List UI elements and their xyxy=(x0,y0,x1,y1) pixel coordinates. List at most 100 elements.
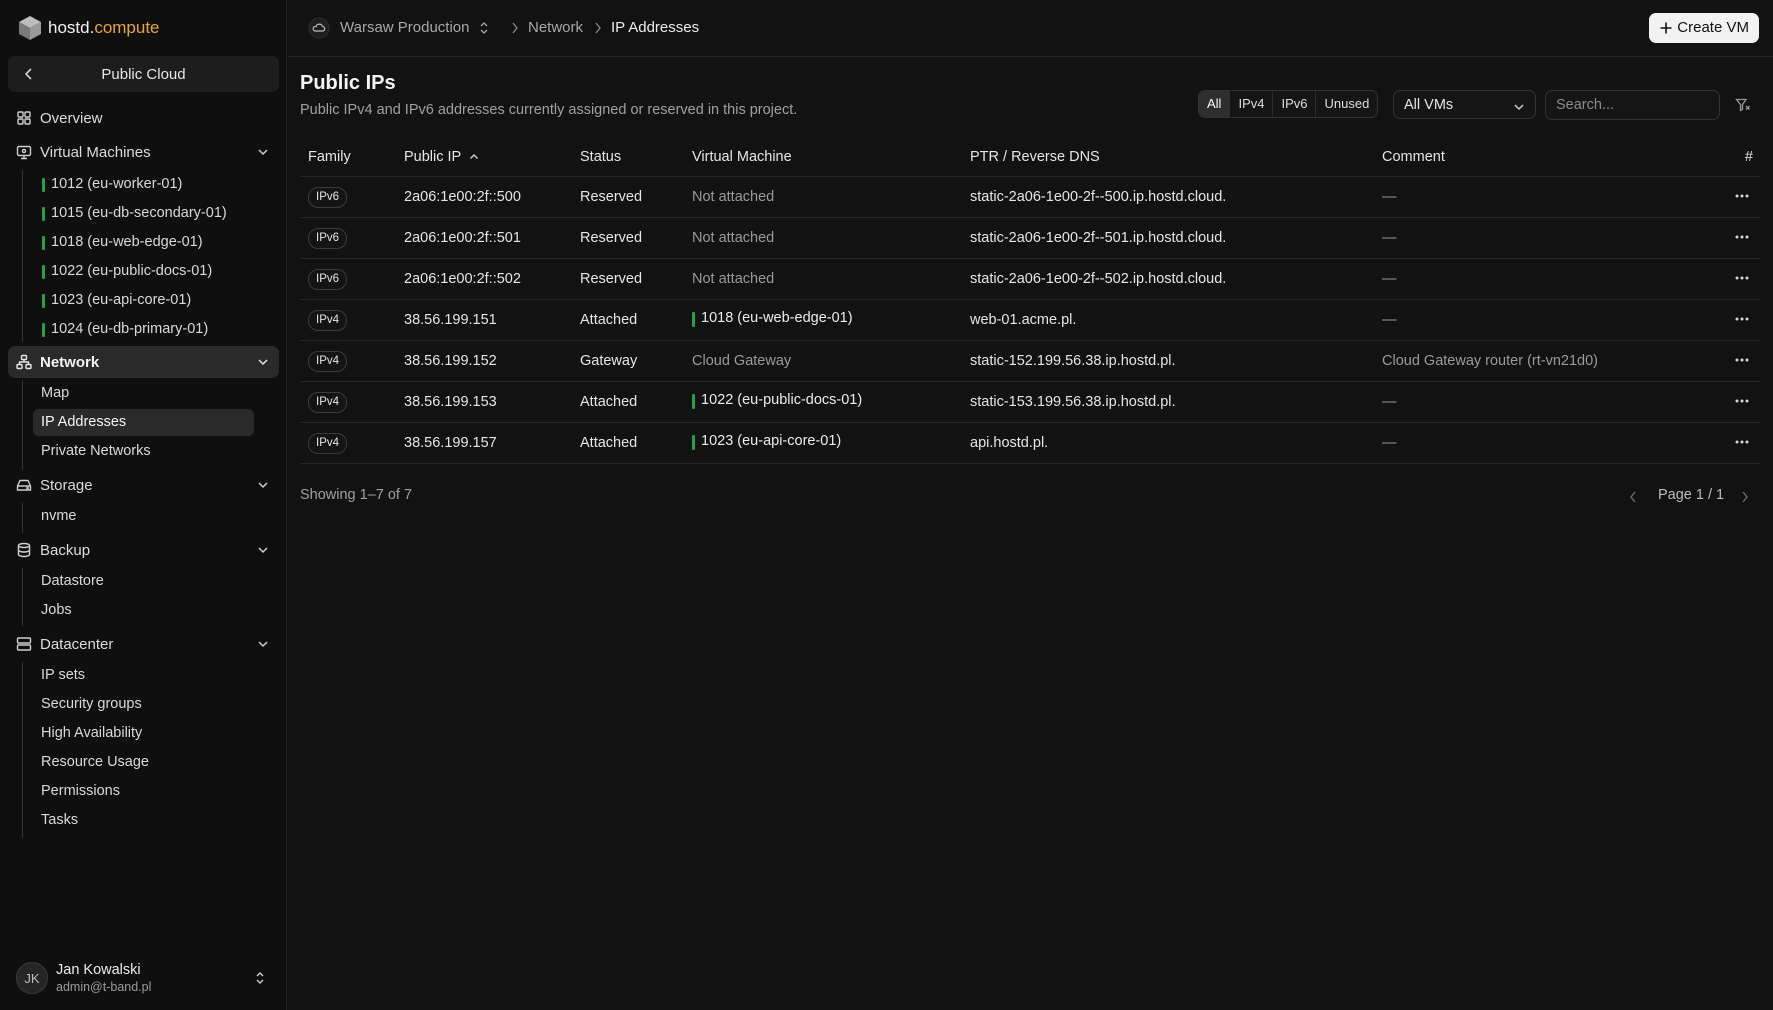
column-ptr[interactable]: PTR / Reverse DNS xyxy=(970,149,1100,165)
ptr: api.hostd.pl. xyxy=(970,435,1049,451)
column-virtual-machine[interactable]: Virtual Machine xyxy=(692,149,792,165)
sidebar-item-ip-sets[interactable]: IP sets xyxy=(41,667,85,683)
breadcrumb-project[interactable]: Warsaw Production xyxy=(340,19,470,36)
status: Attached xyxy=(580,394,638,410)
vm-link[interactable]: 1023 (eu-api-core-01) xyxy=(692,433,841,450)
vm-link[interactable]: 1022 (eu-public-docs-01) xyxy=(692,392,862,409)
column-status[interactable]: Status xyxy=(580,149,621,165)
chevron-down-icon[interactable] xyxy=(257,638,269,650)
column-public-ip[interactable]: Public IP xyxy=(404,149,479,165)
more-horizontal-icon[interactable] xyxy=(1735,440,1749,444)
table-row[interactable]: IPv4 38.56.199.153 Attached 1022 (eu-pub… xyxy=(300,382,1761,423)
sidebar-item-datacenter[interactable]: Datacenter xyxy=(8,628,279,660)
page-title: Public IPs xyxy=(300,72,396,94)
column-comment[interactable]: Comment xyxy=(1382,149,1445,165)
ptr: static-2a06-1e00-2f--501.ip.hostd.cloud. xyxy=(970,230,1227,246)
logo[interactable]: hostd.compute xyxy=(18,14,160,42)
chevron-left-icon[interactable] xyxy=(22,67,36,81)
sidebar-item-nvme[interactable]: nvme xyxy=(41,508,76,524)
more-horizontal-icon[interactable] xyxy=(1735,235,1749,239)
comment: — xyxy=(1382,271,1397,287)
chevron-down-icon[interactable] xyxy=(257,544,269,556)
more-horizontal-icon[interactable] xyxy=(1735,399,1749,403)
family-badge: IPv4 xyxy=(308,310,348,331)
sidebar-item-virtual-machines[interactable]: Virtual Machines xyxy=(8,136,279,168)
family-filter: All IPv4 IPv6 Unused xyxy=(1198,90,1379,118)
ptr: static-2a06-1e00-2f--502.ip.hostd.cloud. xyxy=(970,271,1227,287)
table-row[interactable]: IPv6 2a06:1e00:2f::501 Reserved Not atta… xyxy=(300,218,1761,259)
status: Attached xyxy=(580,312,638,328)
breadcrumb-network[interactable]: Network xyxy=(528,19,583,36)
status: Reserved xyxy=(580,230,643,246)
sidebar-item-ip-addresses[interactable]: IP Addresses xyxy=(41,414,126,430)
sidebar-item-backup[interactable]: Backup xyxy=(8,534,279,566)
filter-unused[interactable]: Unused xyxy=(1316,91,1377,117)
chevron-down-icon[interactable] xyxy=(257,356,269,368)
chevron-right-icon[interactable] xyxy=(1740,490,1750,504)
sidebar-vm-item[interactable]: 1015 (eu-db-secondary-01) xyxy=(42,205,227,221)
sidebar-item-permissions[interactable]: Permissions xyxy=(41,783,120,799)
filter-ipv4[interactable]: IPv4 xyxy=(1230,91,1274,117)
chevron-up-down-icon[interactable] xyxy=(479,20,489,36)
search-input[interactable] xyxy=(1545,90,1720,120)
cloud-icon xyxy=(308,17,330,39)
chevron-up-down-icon[interactable] xyxy=(254,970,266,986)
table-row[interactable]: IPv6 2a06:1e00:2f::502 Reserved Not atta… xyxy=(300,259,1761,300)
sidebar-item-high-availability[interactable]: High Availability xyxy=(41,725,142,741)
sidebar-item-label: Datacenter xyxy=(40,635,114,653)
public-ip: 2a06:1e00:2f::502 xyxy=(404,271,521,287)
vm-link[interactable]: 1018 (eu-web-edge-01) xyxy=(692,310,853,327)
comment: — xyxy=(1382,312,1397,328)
table-row[interactable]: IPv4 38.56.199.151 Attached 1018 (eu-web… xyxy=(300,300,1761,341)
more-horizontal-icon[interactable] xyxy=(1735,194,1749,198)
sidebar-item-label: Virtual Machines xyxy=(40,143,151,161)
project-switch[interactable]: Public Cloud xyxy=(8,56,279,92)
family-badge: IPv6 xyxy=(308,228,348,249)
table-row[interactable]: IPv6 2a06:1e00:2f::500 Reserved Not atta… xyxy=(300,177,1761,218)
sidebar-item-network[interactable]: Network xyxy=(8,346,279,378)
public-ip: 2a06:1e00:2f::500 xyxy=(404,189,521,205)
backup-subtree xyxy=(22,568,23,626)
chevron-down-icon[interactable] xyxy=(257,146,269,158)
user-menu[interactable]: JK Jan Kowalski admin@t-band.pl xyxy=(16,958,274,998)
results-count: Showing 1–7 of 7 xyxy=(300,487,413,503)
storage-subtree xyxy=(22,503,23,533)
sidebar-item-datastore[interactable]: Datastore xyxy=(41,573,104,589)
vm-select[interactable]: All VMs xyxy=(1393,90,1536,119)
sidebar-item-security-groups[interactable]: Security groups xyxy=(41,696,142,712)
sidebar-item-private-networks[interactable]: Private Networks xyxy=(41,443,151,459)
chevron-down-icon xyxy=(1513,101,1525,113)
filter-clear-icon[interactable] xyxy=(1735,97,1751,113)
sidebar-item-storage[interactable]: Storage xyxy=(8,469,279,501)
public-ip: 38.56.199.157 xyxy=(404,435,497,451)
sidebar-item-resource-usage[interactable]: Resource Usage xyxy=(41,754,149,770)
family-badge: IPv6 xyxy=(308,187,348,208)
chevron-left-icon[interactable] xyxy=(1628,490,1638,504)
sidebar-item-jobs[interactable]: Jobs xyxy=(41,602,72,618)
sidebar-vm-item[interactable]: 1022 (eu-public-docs-01) xyxy=(41,263,212,279)
user-email: admin@t-band.pl xyxy=(56,980,152,994)
table-row[interactable]: IPv4 38.56.199.152 Gateway Cloud Gateway… xyxy=(300,341,1761,382)
avatar: JK xyxy=(16,962,48,994)
filter-all[interactable]: All xyxy=(1199,91,1231,117)
project-switch-label: Public Cloud xyxy=(101,65,186,83)
sidebar-item-tasks[interactable]: Tasks xyxy=(41,812,78,828)
column-family[interactable]: Family xyxy=(308,149,351,165)
filter-ipv6[interactable]: IPv6 xyxy=(1273,91,1317,117)
sidebar-vm-item[interactable]: 1023 (eu-api-core-01) xyxy=(41,292,191,308)
sidebar-item-map[interactable]: Map xyxy=(41,385,69,401)
sidebar-vm-item[interactable]: 1012 (eu-worker-01) xyxy=(41,176,182,192)
more-horizontal-icon[interactable] xyxy=(1735,317,1749,321)
chevron-down-icon[interactable] xyxy=(257,479,269,491)
sidebar-item-overview[interactable]: Overview xyxy=(8,102,279,134)
plus-icon xyxy=(1659,21,1673,35)
vm-value: Not attached xyxy=(692,189,775,205)
create-vm-button[interactable]: Create VM xyxy=(1649,13,1759,43)
sidebar-vm-item[interactable]: 1024 (eu-db-primary-01) xyxy=(41,321,208,337)
more-horizontal-icon[interactable] xyxy=(1735,276,1749,280)
table-row[interactable]: IPv4 38.56.199.157 Attached 1023 (eu-api… xyxy=(300,423,1761,464)
datacenter-subtree xyxy=(22,662,23,838)
database-icon xyxy=(16,542,32,558)
sidebar-vm-item[interactable]: 1018 (eu-web-edge-01) xyxy=(42,234,203,250)
more-horizontal-icon[interactable] xyxy=(1735,358,1749,362)
